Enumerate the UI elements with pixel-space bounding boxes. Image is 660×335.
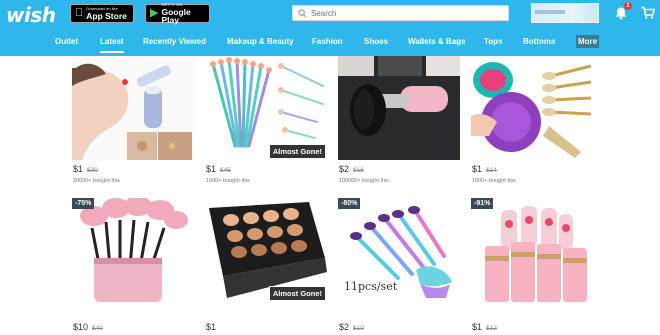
image-caption: 11pcs/set <box>344 280 398 293</box>
discount-badge: -91% <box>471 198 494 209</box>
product-image[interactable]: -91% <box>471 198 593 302</box>
discount-badge: -80% <box>338 198 361 209</box>
top-header: wish  Download on the App Store ▶ GET I… <box>0 0 660 56</box>
product-price: $1 $12 <box>472 322 497 332</box>
product-image[interactable] <box>72 56 194 160</box>
nav-makeup-beauty[interactable]: Makeup & Beauty <box>227 37 294 46</box>
search-icon <box>298 9 307 18</box>
product-bought-count: 20000+ bought this <box>73 178 120 184</box>
nav-latest[interactable]: Latest <box>100 37 124 53</box>
product-bought-count: 1000+ bought this <box>206 178 250 184</box>
product-price: $1 <box>206 322 217 332</box>
product-image[interactable]: Almost Gone! <box>205 198 327 302</box>
almost-gone-badge: Almost Gone! <box>268 144 326 159</box>
nav-wallets-bags[interactable]: Wallets & Bags <box>408 37 466 46</box>
nav-outlet[interactable]: Outlet <box>55 37 78 46</box>
nav-recently-viewed[interactable]: Recently Viewed <box>143 37 206 46</box>
nav-tops[interactable]: Tops <box>484 37 503 46</box>
wish-logo[interactable]: wish <box>6 3 56 27</box>
product-image[interactable]: -75% <box>72 198 194 302</box>
product-bought-count: 1000+ bought this <box>472 178 516 184</box>
nav-bottoms[interactable]: Bottoms <box>523 37 555 46</box>
product-bought-count: 100000+ bought this <box>339 178 390 184</box>
app-store-badge[interactable]:  Download on the App Store <box>70 4 134 23</box>
product-price: $10 $40 <box>73 322 103 332</box>
cart-icon[interactable] <box>641 6 655 20</box>
search-box[interactable] <box>292 5 509 21</box>
category-nav: Outlet Latest Recently Viewed Makeup & B… <box>0 33 660 53</box>
google-play-icon: ▶ <box>150 7 159 19</box>
nav-more[interactable]: More <box>576 35 599 48</box>
nav-fashion[interactable]: Fashion <box>312 37 343 46</box>
nav-shoes[interactable]: Shoes <box>364 37 388 46</box>
product-image[interactable]: Almost Gone! <box>205 56 327 160</box>
promo-banner[interactable] <box>531 3 599 23</box>
product-price: $2 $10 <box>339 322 364 332</box>
search-input[interactable] <box>311 7 501 19</box>
product-price: $1 $45 <box>206 164 231 174</box>
product-image[interactable] <box>471 56 593 160</box>
product-image[interactable]: -80% 11pcs/set <box>338 198 460 302</box>
almost-gone-badge: Almost Gone! <box>268 286 326 301</box>
google-play-badge[interactable]: ▶ GET IT ON Google Play <box>145 2 210 24</box>
apple-icon:  <box>75 8 83 19</box>
product-image[interactable] <box>338 56 460 160</box>
discount-badge: -75% <box>72 198 95 209</box>
notification-count-badge: 1 <box>624 2 632 10</box>
product-price: $2 $16 <box>339 164 364 174</box>
product-price: $1 $30 <box>73 164 98 174</box>
product-price: $1 $14 <box>472 164 497 174</box>
